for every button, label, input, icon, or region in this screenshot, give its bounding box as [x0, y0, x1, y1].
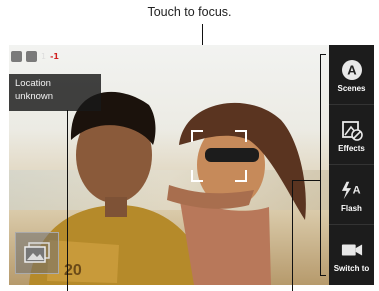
touch-to-focus-annotation: Touch to focus.: [147, 5, 232, 19]
gallery-icon: [24, 242, 50, 263]
image-icon: [26, 50, 37, 62]
switch-to-label: Switch to: [333, 264, 370, 273]
switch-to-video-button[interactable]: Switch to: [329, 227, 374, 285]
location-line-1: Location: [15, 78, 51, 89]
effects-label: Effects: [338, 143, 365, 153]
focus-frame: [191, 130, 247, 182]
sidebar-callout-bottom: [320, 275, 326, 276]
flash-icon: A: [341, 179, 363, 201]
video-camera-icon: [341, 239, 363, 261]
gallery-button[interactable]: [15, 232, 59, 274]
location-callout-line: [67, 110, 68, 291]
location-line-2: unknown: [15, 91, 54, 102]
scenes-icon: A: [341, 59, 363, 81]
camera-control-sidebar: A Scenes Effects A Flash Switch to: [329, 45, 374, 285]
flash-button[interactable]: A Flash: [329, 167, 374, 225]
location-tag: Location unknown: [9, 74, 101, 111]
camera-viewfinder[interactable]: 20 1 -1 Location unknown: [9, 45, 329, 285]
svg-text:A: A: [347, 62, 357, 77]
status-suffix: -1: [50, 51, 59, 61]
sidebar-callout-vertical: [320, 54, 321, 276]
effects-button[interactable]: Effects: [329, 107, 374, 165]
scenes-button[interactable]: A Scenes: [329, 47, 374, 105]
sidebar-callout-top: [320, 54, 326, 55]
status-bar: 1 -1: [11, 48, 59, 64]
scenes-label: Scenes: [337, 83, 366, 93]
status-number: 1: [41, 51, 47, 61]
sidebar-callout-drop: [292, 180, 293, 291]
flash-label: Flash: [341, 203, 362, 213]
sidebar-callout-connector: [292, 180, 320, 181]
tag-icon: [11, 50, 22, 62]
effects-icon: [341, 119, 363, 141]
svg-text:A: A: [352, 184, 360, 196]
